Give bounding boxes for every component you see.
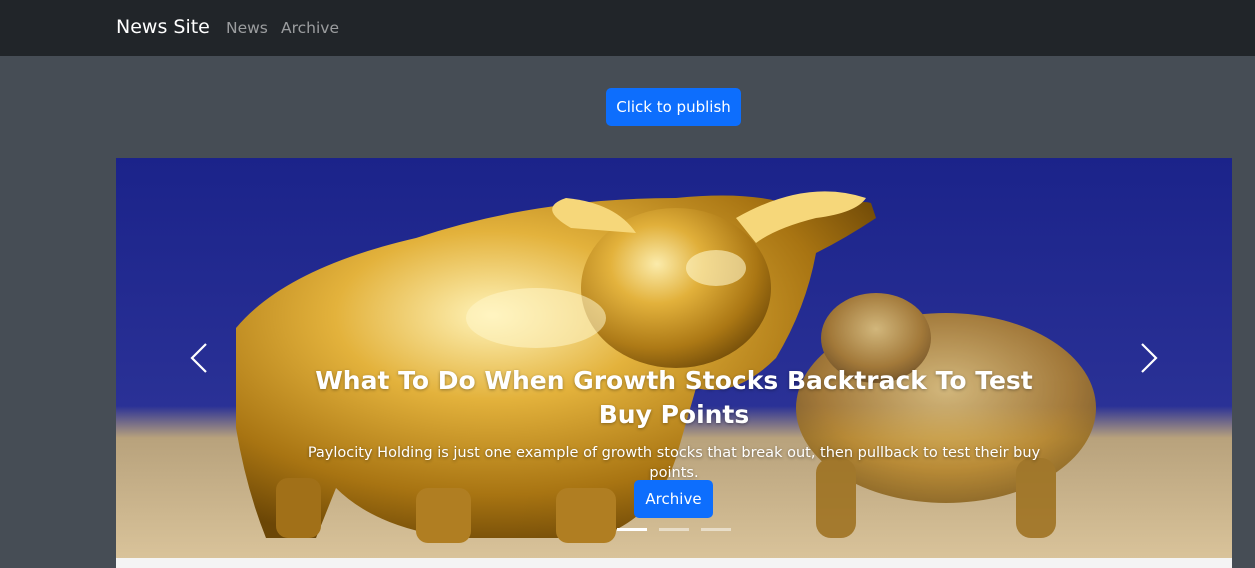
archive-button[interactable]: Archive [634, 480, 713, 518]
news-carousel: What To Do When Growth Stocks Backtrack … [116, 158, 1232, 558]
nav-link-archive[interactable]: Archive [281, 19, 339, 37]
publish-button[interactable]: Click to publish [606, 88, 741, 126]
top-navbar: News Site News Archive [0, 0, 1255, 56]
brand-link[interactable]: News Site [116, 16, 210, 38]
nav-link-news[interactable]: News [226, 19, 268, 37]
chevron-left-icon[interactable] [170, 328, 230, 388]
carousel-indicator-3[interactable] [701, 528, 731, 531]
chevron-right-icon[interactable] [1118, 328, 1178, 388]
carousel-indicator-1[interactable] [617, 528, 647, 531]
slide-title: What To Do When Growth Stocks Backtrack … [315, 366, 1033, 429]
carousel-caption: What To Do When Growth Stocks Backtrack … [286, 364, 1062, 483]
slide-description: Paylocity Holding is just one example of… [307, 445, 1041, 481]
content-area-top [116, 558, 1232, 568]
carousel-indicator-2[interactable] [659, 528, 689, 531]
carousel-indicators [116, 528, 1232, 532]
